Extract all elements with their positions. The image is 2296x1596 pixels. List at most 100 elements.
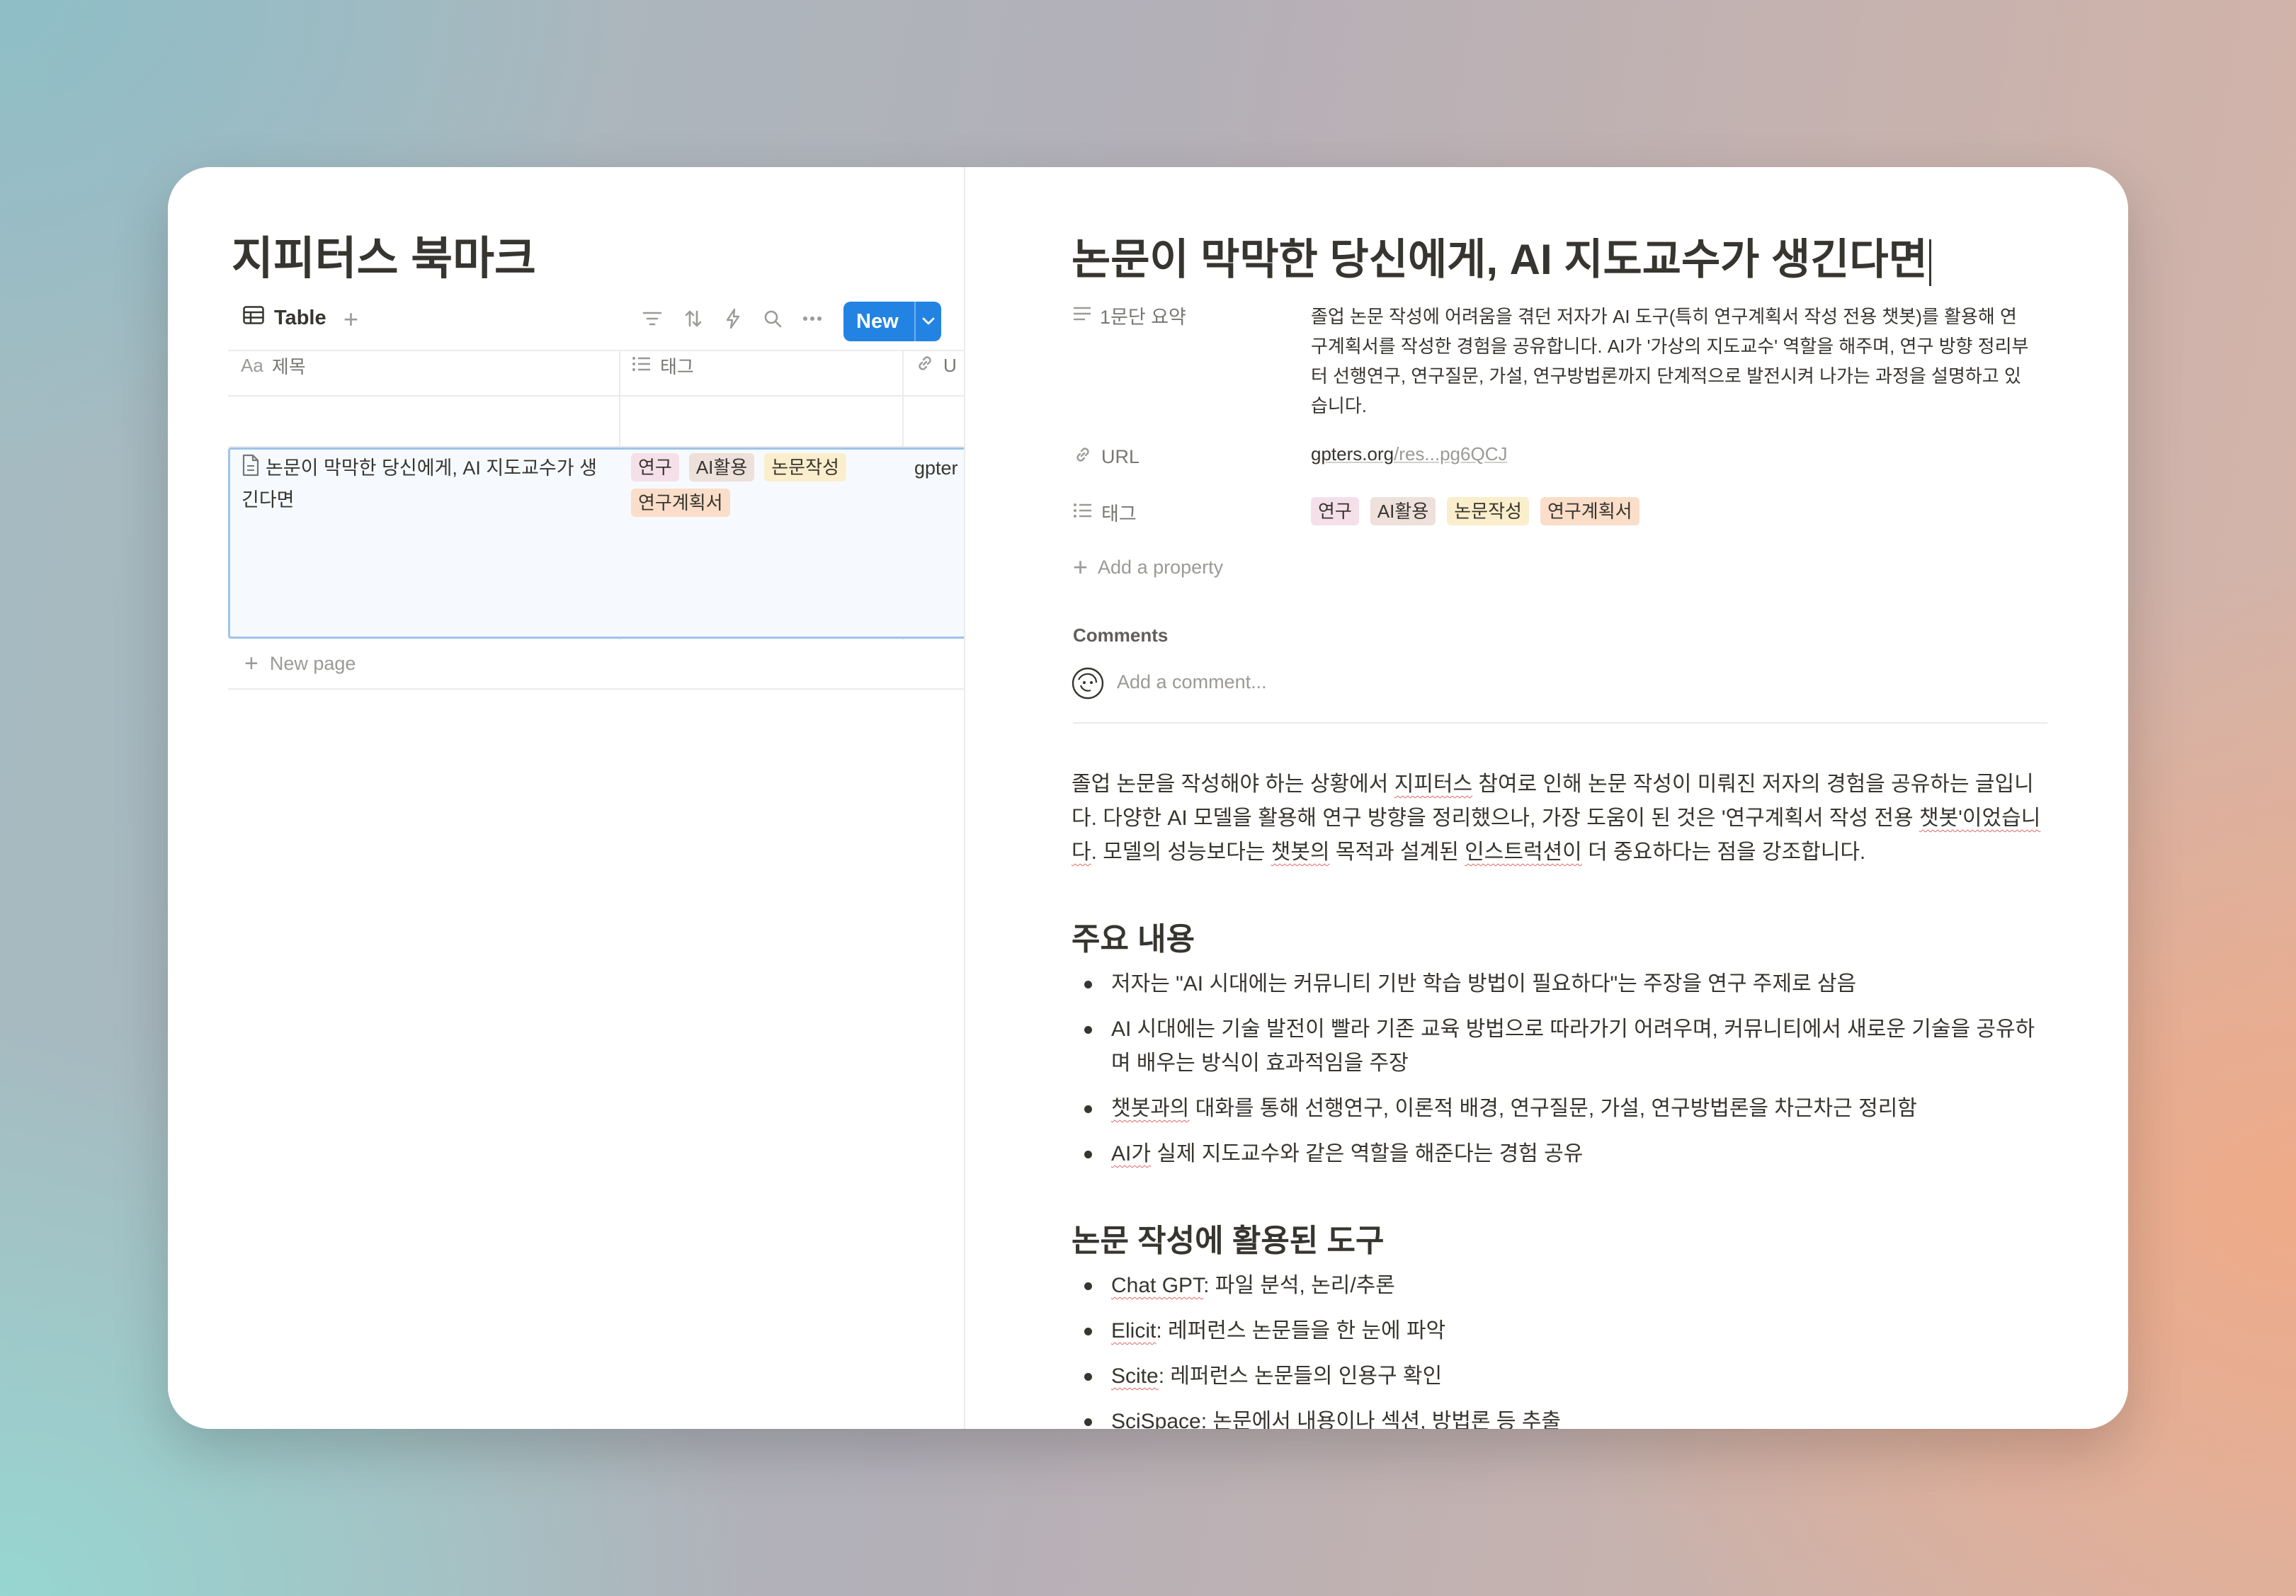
text-property-icon: Aa	[241, 354, 263, 376]
property-tags-value[interactable]: 연구 AI활용 논문작성 연구계획서	[1311, 497, 1639, 525]
add-view-icon[interactable]: +	[343, 304, 358, 334]
new-button[interactable]: New	[843, 302, 941, 341]
plus-icon: +	[244, 650, 258, 677]
link-icon	[915, 353, 935, 378]
spellcheck-word: AI가	[1111, 1142, 1151, 1165]
page-icon	[241, 454, 260, 485]
list-item-text: 대화를 통해 선행연구, 이론적 배경, 연구질문, 가설, 연구방법론을 차근…	[1189, 1097, 1917, 1120]
list-item-text: 실제 지도교수와 같은 역할을 해준다는 경험 공유	[1150, 1142, 1584, 1165]
heading-main-content[interactable]: 주요 내용	[1072, 913, 1195, 959]
list-icon	[632, 355, 652, 377]
filter-icon[interactable]	[641, 307, 664, 330]
column-header-url[interactable]: U	[915, 353, 957, 378]
tool-description: : 파일 분석, 논리/추론	[1203, 1274, 1395, 1297]
comments-divider	[1073, 722, 2047, 724]
tool-name: SciSpace	[1111, 1410, 1201, 1429]
sort-icon[interactable]	[682, 307, 705, 330]
list-item[interactable]: Elicit: 레퍼런스 논문들을 한 눈에 파악	[1072, 1314, 2049, 1348]
user-avatar-icon	[1072, 667, 1104, 700]
tool-description: : 논문에서 내용이나 섹션, 방법론 등 추출	[1200, 1410, 1562, 1429]
list-item[interactable]: Scite: 레퍼런스 논문들의 인용구 확인	[1072, 1360, 2049, 1393]
tag-ai-usage: AI활용	[1370, 497, 1436, 525]
table-bottom-border	[228, 688, 964, 690]
tag-paper-writing: 논문작성	[764, 453, 846, 481]
tag-ai-usage: AI활용	[688, 453, 755, 481]
url-host: gpters.org	[1311, 443, 1394, 464]
tool-name: Elicit	[1111, 1319, 1156, 1343]
column-header-title-label: 제목	[271, 355, 306, 377]
property-tags-label[interactable]: 태그	[1073, 498, 1137, 526]
comment-input[interactable]: Add a comment...	[1117, 671, 1267, 693]
property-url-value[interactable]: gpters.org/res...pg6QCJ	[1311, 443, 1507, 465]
list-icon	[1073, 501, 1093, 523]
search-icon[interactable]	[761, 307, 784, 330]
chevron-down-icon[interactable]	[916, 317, 941, 326]
property-summary-label[interactable]: 1문단 요약	[1073, 302, 1186, 329]
text-caret	[1928, 239, 1931, 287]
url-path: /res...pg6QCJ	[1394, 443, 1508, 464]
body-text: 더 중요하다는 점을 강조합니다.	[1581, 840, 1866, 864]
table-row-tags[interactable]: 연구 AI활용 논문작성 연구계획서	[631, 453, 886, 517]
database-pane: 지피터스 북마크 Table + New Aa 제목 태그 U 논문이 막막한 …	[168, 167, 964, 1429]
table-top-border	[228, 350, 964, 351]
database-title[interactable]: 지피터스 북마크	[232, 222, 536, 287]
more-options-icon[interactable]	[801, 307, 824, 330]
header-bottom-border	[228, 395, 964, 397]
automation-lightning-icon[interactable]	[722, 307, 744, 330]
link-icon	[1073, 445, 1093, 469]
tag-research: 연구	[631, 453, 679, 481]
tag-research: 연구	[1311, 497, 1359, 525]
plus-icon: +	[1073, 552, 1089, 581]
property-summary-name: 1문단 요약	[1100, 307, 1186, 328]
property-summary-value[interactable]: 졸업 논문 작성에 어려움을 겪던 저자가 AI 도구(특히 연구계획서 작성 …	[1311, 302, 2033, 421]
list-item[interactable]: 챗봇과의 대화를 통해 선행연구, 이론적 배경, 연구질문, 가설, 연구방법…	[1072, 1092, 2049, 1126]
comments-heading: Comments	[1073, 625, 1169, 646]
table-row-title-text: 논문이 막막한 당신에게, AI 지도교수가 생긴다면	[241, 457, 597, 511]
list-item[interactable]: AI 시대에는 기술 발전이 빨라 기존 교육 방법으로 따라가기 어려우며, …	[1072, 1013, 2049, 1081]
list-item[interactable]: AI가 실제 지도교수와 같은 역할을 해준다는 경험 공유	[1072, 1137, 2049, 1171]
tool-name: Chat GPT	[1111, 1274, 1204, 1297]
list-item[interactable]: Chat GPT: 파일 분석, 논리/추론	[1072, 1269, 2049, 1303]
table-icon	[243, 306, 264, 330]
table-row-url[interactable]: gpter	[914, 457, 958, 479]
tag-research-plan: 연구계획서	[1540, 497, 1639, 525]
body-text: . 모델의 성능보다는	[1091, 840, 1271, 864]
tool-description: : 레퍼런스 논문들을 한 눈에 파악	[1156, 1319, 1446, 1343]
tag-research-plan: 연구계획서	[631, 489, 730, 517]
spellcheck-word: 지피터스	[1394, 773, 1473, 796]
page-title-text: 논문이 막막한 당신에게, AI 지도교수가 생긴다면	[1072, 236, 1928, 283]
tag-paper-writing: 논문작성	[1447, 497, 1529, 525]
list-item[interactable]: 저자는 "AI 시대에는 커뮤니티 기반 학습 방법이 필요하다"는 주장을 연…	[1072, 967, 2049, 1001]
spellcheck-word: 인스트럭션이	[1465, 840, 1582, 864]
new-button-label: New	[856, 309, 899, 333]
spellcheck-word: 챗봇의	[1271, 840, 1330, 864]
add-property-button[interactable]: + Add a property	[1073, 552, 1223, 582]
table-row-title[interactable]: 논문이 막막한 당신에게, AI 지도교수가 생긴다면	[241, 453, 610, 515]
column-header-tags-label: 태그	[660, 355, 694, 377]
page-title[interactable]: 논문이 막막한 당신에게, AI 지도교수가 생긴다면	[1072, 225, 1931, 287]
heading-tools[interactable]: 논문 작성에 활용된 도구	[1072, 1215, 1384, 1260]
tools-list: Chat GPT: 파일 분석, 논리/추론 Elicit: 레퍼런스 논문들을…	[1072, 1269, 2049, 1429]
tool-name: Scite	[1111, 1364, 1159, 1388]
column-header-tags[interactable]: 태그	[632, 353, 694, 378]
column-header-url-label: U	[943, 354, 957, 376]
view-tab-table[interactable]: Table	[243, 306, 326, 330]
view-tab-label: Table	[274, 306, 326, 329]
body-text: 졸업 논문을 작성해야 하는 상황에서	[1072, 773, 1394, 796]
body-text: 목적과 설계된	[1329, 840, 1465, 864]
main-points-list: 저자는 "AI 시대에는 커뮤니티 기반 학습 방법이 필요하다"는 주장을 연…	[1072, 967, 2049, 1182]
text-lines-icon	[1073, 304, 1091, 326]
add-property-label: Add a property	[1098, 556, 1224, 578]
property-url-name: URL	[1101, 446, 1140, 467]
body-summary-paragraph[interactable]: 졸업 논문을 작성해야 하는 상황에서 지피터스 참여로 인해 논문 작성이 미…	[1072, 768, 2049, 870]
new-page-label: New page	[269, 653, 356, 674]
list-item[interactable]: SciSpace: 논문에서 내용이나 섹션, 방법론 등 추출	[1072, 1405, 2049, 1429]
new-page-button[interactable]: + New page	[244, 650, 356, 678]
property-tags-name: 태그	[1101, 503, 1137, 525]
tool-description: : 레퍼런스 논문들의 인용구 확인	[1158, 1364, 1443, 1388]
spellcheck-word: 챗봇과의	[1111, 1097, 1190, 1120]
app-window: 지피터스 북마크 Table + New Aa 제목 태그 U 논문이 막막한 …	[168, 167, 2128, 1429]
page-detail-pane: 논문이 막막한 당신에게, AI 지도교수가 생긴다면 1문단 요약 졸업 논문…	[965, 167, 2128, 1429]
column-header-title[interactable]: Aa 제목	[241, 353, 306, 378]
property-url-label[interactable]: URL	[1073, 445, 1140, 469]
